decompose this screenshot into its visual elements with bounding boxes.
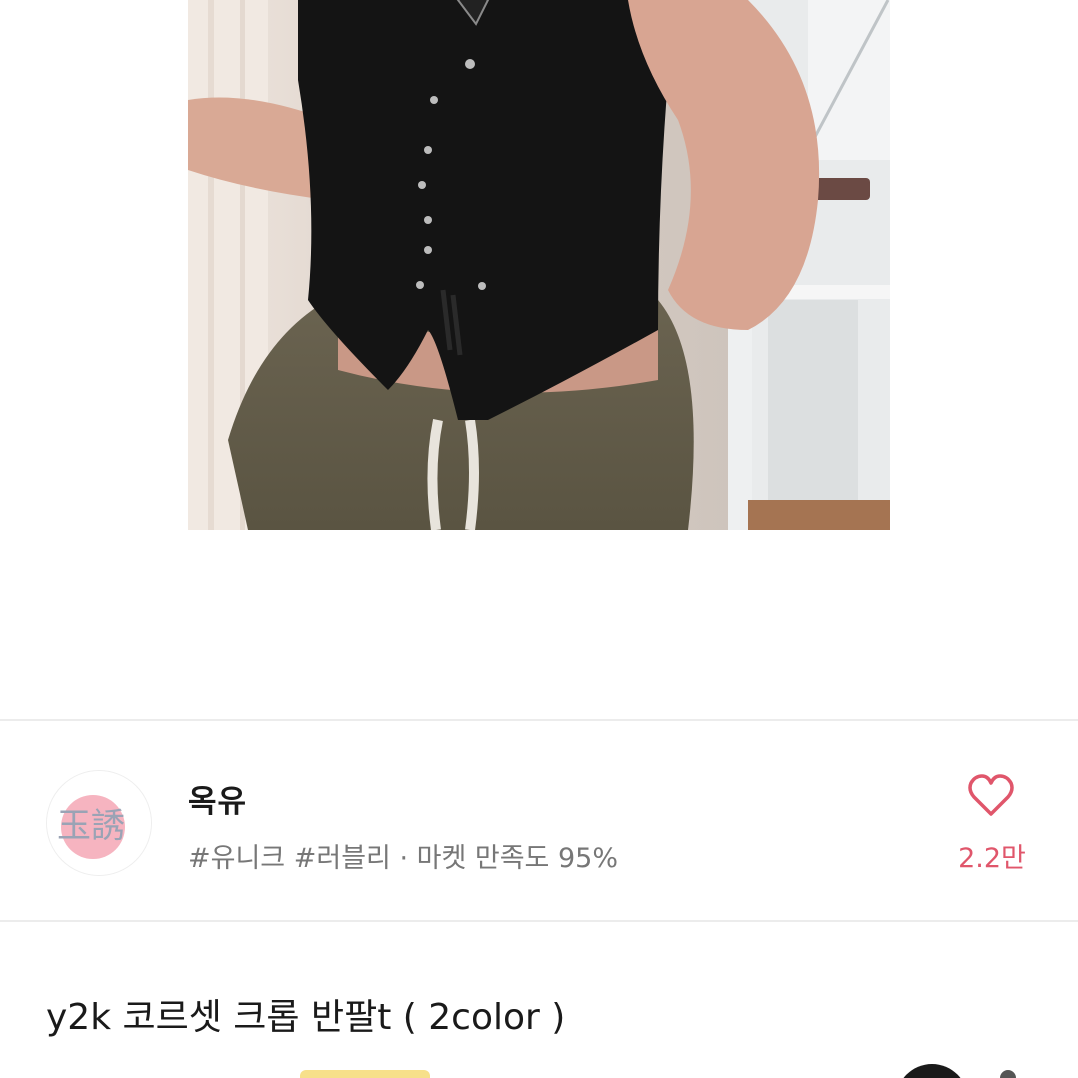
shop-name[interactable]: 옥유: [188, 776, 247, 821]
product-page: 玉誘 옥유 #유니크 #러블리 · 마켓 만족도 95% 2.2만 y2k 코르…: [0, 0, 1078, 1078]
section-divider: [0, 719, 1078, 721]
price-badge: [300, 1070, 430, 1078]
shop-logo-text: 玉誘: [57, 806, 125, 846]
product-image[interactable]: [188, 0, 890, 530]
product-title: y2k 코르셋 크롭 반팔t ( 2color ): [46, 997, 566, 1038]
favorite-count: 2.2만: [958, 843, 1026, 874]
shop-tags-and-satisfaction: #유니크 #러블리 · 마켓 만족도 95%: [188, 843, 618, 874]
heart-icon: [968, 774, 1014, 816]
shop-logo[interactable]: 玉誘: [46, 770, 152, 876]
more-button[interactable]: [896, 1064, 968, 1078]
more-icon: [1000, 1070, 1016, 1078]
section-divider: [0, 920, 1078, 922]
favorite-button[interactable]: 2.2만: [944, 770, 1040, 880]
